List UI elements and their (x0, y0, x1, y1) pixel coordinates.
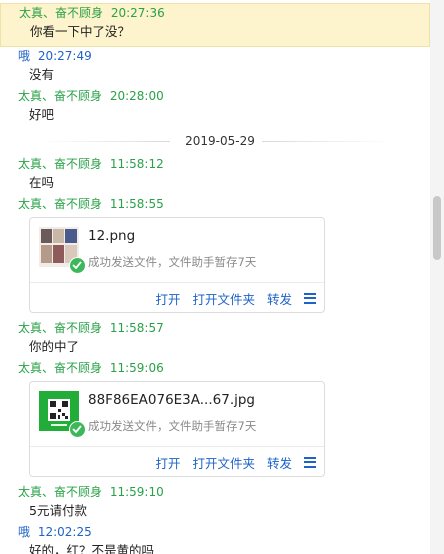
message-time: 11:58:57 (109, 321, 164, 335)
open-folder-link[interactable]: 打开文件夹 (192, 289, 255, 308)
open-file-link[interactable]: 打开 (155, 453, 180, 472)
open-file-link[interactable]: 打开 (155, 289, 180, 308)
file-status: 成功发送文件，文件助手暂存7天 (88, 419, 257, 433)
message-item: 哦 12:02:25 好的，红？不是黄的吗 (0, 523, 430, 554)
message-time: 12:02:25 (37, 525, 92, 539)
forward-link[interactable]: 转发 (267, 453, 292, 472)
file-actions: 打开 打开文件夹 转发 (155, 289, 316, 307)
sender-name[interactable]: 太真、奋不顾身 (18, 321, 102, 335)
sender-name[interactable]: 太真、奋不顾身 (18, 89, 102, 103)
forward-link[interactable]: 转发 (267, 289, 292, 308)
message-text: 你的中了 (29, 339, 80, 354)
sender-name[interactable]: 太真、奋不顾身 (18, 485, 102, 499)
message-item: 太真、奋不顾身 11:59:10 5元请付款 (0, 483, 430, 523)
file-card[interactable]: 88F86EA076E3A...67.jpg 成功发送文件，文件助手暂存7天 打… (29, 381, 325, 477)
sender-name[interactable]: 哦 (18, 525, 30, 539)
file-name[interactable]: 88F86EA076E3A...67.jpg (88, 392, 255, 408)
message-time: 11:59:06 (109, 361, 164, 375)
message-item: 太真、奋不顾身 11:59:06 88F86EA076E3A...67.jpg … (0, 359, 430, 477)
date-separator: 2019-05-29 (0, 129, 430, 153)
message-header: 太真、奋不顾身 11:59:10 (18, 483, 430, 501)
message-item: 太真、奋不顾身 11:58:55 12.png 成功发送文件，文件助手暂存7天 … (0, 195, 430, 313)
message-header: 太真、奋不顾身 20:27:36 (19, 4, 429, 22)
message-item: 太真、奋不顾身 11:58:57 你的中了 (0, 319, 430, 359)
sender-name[interactable]: 太真、奋不顾身 (18, 197, 102, 211)
message-time: 11:58:55 (109, 197, 164, 211)
message-header: 太真、奋不顾身 20:28:00 (18, 87, 430, 105)
message-text: 在吗 (29, 175, 55, 190)
sender-name[interactable]: 太真、奋不顾身 (18, 157, 102, 171)
vertical-scrollbar[interactable] (430, 0, 444, 554)
sent-check-icon (69, 421, 86, 438)
message-item: 哦 20:27:49 没有 (0, 47, 430, 87)
message-text: 好的，红？不是黄的吗 (29, 543, 155, 554)
open-folder-link[interactable]: 打开文件夹 (192, 453, 255, 472)
message-text: 你看一下中了没？ (30, 24, 131, 39)
file-actions: 打开 打开文件夹 转发 (155, 453, 316, 471)
message-item: 太真、奋不顾身 11:58:12 在吗 (0, 155, 430, 195)
message-header: 太真、奋不顾身 11:59:06 (18, 359, 430, 377)
message-text: 好吧 (29, 107, 55, 122)
message-text: 5元请付款 (29, 503, 87, 518)
message-text: 没有 (29, 67, 55, 82)
message-item: 太真、奋不顾身 20:27:36 你看一下中了没？ (0, 3, 430, 47)
menu-icon[interactable] (304, 292, 316, 304)
menu-icon[interactable] (304, 456, 316, 468)
sent-check-icon (69, 257, 86, 274)
message-header: 太真、奋不顾身 11:58:12 (18, 155, 430, 173)
file-card[interactable]: 12.png 成功发送文件，文件助手暂存7天 打开 打开文件夹 转发 (29, 217, 325, 313)
sender-name[interactable]: 太真、奋不顾身 (18, 361, 102, 375)
divider (262, 141, 392, 142)
chat-history[interactable]: 太真、奋不顾身 20:27:36 你看一下中了没？ 哦 20:27:49 没有 … (0, 0, 430, 554)
sender-name[interactable]: 太真、奋不顾身 (19, 6, 103, 20)
message-time: 20:28:00 (109, 89, 164, 103)
divider (30, 446, 324, 447)
scrollbar-thumb[interactable] (433, 196, 441, 260)
file-status: 成功发送文件，文件助手暂存7天 (88, 255, 257, 269)
message-time: 20:27:49 (37, 49, 92, 63)
message-header: 太真、奋不顾身 11:58:55 (18, 195, 430, 213)
message-item: 太真、奋不顾身 20:28:00 好吧 (0, 87, 430, 127)
divider (30, 282, 324, 283)
message-time: 11:58:12 (109, 157, 164, 171)
message-header: 哦 20:27:49 (18, 47, 430, 65)
message-time: 20:27:36 (110, 6, 165, 20)
sender-name[interactable]: 哦 (18, 49, 30, 63)
photo-collage-thumbnail[interactable] (39, 227, 86, 274)
message-header: 太真、奋不顾身 11:58:57 (18, 319, 430, 337)
message-header: 哦 12:02:25 (18, 523, 430, 541)
message-time: 11:59:10 (109, 485, 164, 499)
file-name[interactable]: 12.png (88, 228, 135, 244)
wechat-pay-qr-thumbnail[interactable] (39, 391, 86, 438)
